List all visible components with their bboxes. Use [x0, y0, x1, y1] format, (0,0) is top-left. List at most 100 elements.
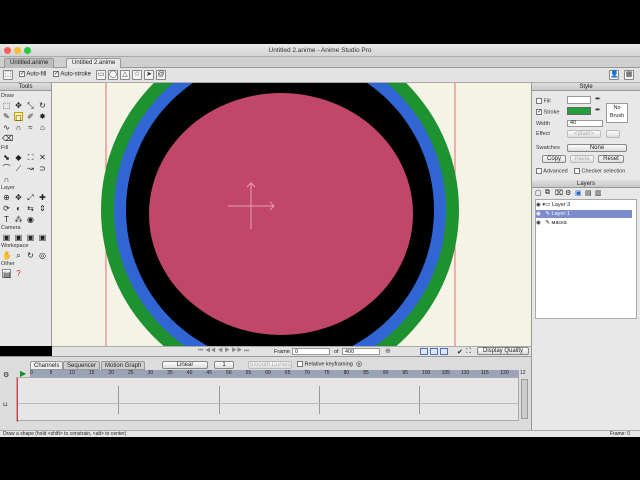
rotate-workspace-tool-icon[interactable]: ↻ — [26, 251, 35, 260]
rotate-layer-tool-icon[interactable]: ✚ — [38, 193, 47, 202]
relative-keyframing-checkbox[interactable]: Relative keyframing — [297, 361, 353, 367]
pink-fill-shape[interactable] — [149, 93, 413, 335]
curve-profile-tool-icon[interactable]: ⊃ — [38, 164, 47, 173]
zoom-tool-icon[interactable]: ⌕ — [14, 251, 23, 260]
fill-color-swatch[interactable] — [567, 96, 591, 104]
total-frames-input[interactable]: 400 — [342, 348, 380, 355]
stroke-eyedropper-icon[interactable]: ✒ — [595, 106, 601, 114]
interpolation-amount-dropdown[interactable]: 1 — [214, 361, 234, 369]
width-input[interactable]: 40 — [567, 120, 603, 127]
user-icon[interactable]: 👤 — [609, 70, 619, 80]
create-shape-tool-icon[interactable]: ◆ — [14, 153, 23, 162]
star-shape-icon[interactable]: ☆ — [132, 70, 142, 80]
delete-shape-tool-icon[interactable]: ✕ — [38, 153, 47, 162]
tab-channels[interactable]: Channels — [30, 361, 64, 370]
noise-tool-icon[interactable]: ≈ — [26, 123, 35, 132]
layer-group-icon[interactable]: ▣ — [575, 189, 582, 197]
delete-edge-tool-icon[interactable]: ⌫ — [2, 134, 13, 143]
layer-down-icon[interactable]: ▥ — [595, 189, 602, 197]
eye-tool-icon[interactable]: ◉ — [26, 215, 35, 224]
interpolation-dropdown[interactable]: Linear — [162, 361, 208, 369]
timeline-vertical-scrollbar[interactable] — [521, 379, 528, 419]
effect-dropdown[interactable]: <plain> — [567, 130, 601, 138]
timeline-options-icon[interactable]: ⚙ — [3, 371, 9, 379]
brush-preview[interactable]: No Brush — [606, 103, 628, 123]
frame-input[interactable]: 0 — [292, 348, 330, 355]
translate-points-tool-icon[interactable]: ✥ — [14, 101, 23, 110]
scatter-brush-tool-icon[interactable]: ✸ — [38, 112, 47, 121]
reset-button[interactable]: Reset — [598, 155, 624, 163]
checker-selection-checkbox[interactable]: Checker selection — [574, 168, 625, 174]
view-single-icon[interactable] — [420, 348, 428, 355]
smooth-curves-button[interactable]: Smooth Curves — [248, 361, 292, 369]
scale-layer-tool-icon[interactable]: ⤢ — [26, 193, 35, 202]
canvas-drawing[interactable] — [52, 83, 531, 346]
auto-fill-checkbox[interactable]: ✓ Auto-fill — [19, 71, 46, 78]
select-shape-tool-icon[interactable]: ⬊ — [2, 153, 11, 162]
layer-up-icon[interactable]: ▤ — [585, 189, 592, 197]
roll-camera-tool-icon[interactable]: ▣ — [26, 233, 35, 242]
switch-layer-tool-icon[interactable]: ⇕ — [38, 204, 47, 213]
hand-tool-icon[interactable]: ✋ — [2, 251, 12, 260]
freehand-tool-icon[interactable]: ✐ — [26, 112, 35, 121]
playback-controls[interactable]: ⏮ ◀◀ ◀ ▶ ▶▶ ⏭ — [198, 348, 249, 355]
draw-shape-tool-icon[interactable]: ◻ — [14, 112, 23, 122]
line-width-tool-icon[interactable]: ⌒ — [2, 164, 11, 173]
tab-motion-graph[interactable]: Motion Graph — [101, 361, 146, 370]
display-quality-dropdown[interactable]: Display Quality — [477, 347, 529, 355]
select-points-option-icon[interactable]: ⬚ — [3, 70, 13, 80]
grid-view-icon[interactable]: ▦ — [624, 70, 634, 80]
set-origin-tool-icon[interactable]: ⊕ — [2, 193, 11, 202]
track-camera-tool-icon[interactable]: ▣ — [2, 233, 11, 242]
pan-tilt-camera-tool-icon[interactable]: ▣ — [38, 233, 47, 242]
fill-eyedropper-icon[interactable]: ✒ — [595, 95, 601, 103]
rotate-points-tool-icon[interactable]: ↻ — [38, 101, 47, 110]
hide-edge-tool-icon[interactable]: ⟋ — [14, 164, 23, 173]
layer-row[interactable]: ◉ ✎ маска — [536, 219, 632, 227]
tab-sequencer[interactable]: Sequencer — [63, 361, 101, 370]
timeline-track-area[interactable] — [16, 377, 519, 422]
view-split-icon[interactable] — [430, 348, 438, 355]
zoom-icon[interactable]: ⊕ — [385, 347, 391, 355]
paint-bucket-tool-icon[interactable]: ⛶ — [26, 153, 35, 162]
onion-skin-icon[interactable]: ◎ — [356, 360, 362, 368]
tab-untitled-2[interactable]: Untitled 2.anime — [66, 58, 122, 68]
translate-layer-tool-icon[interactable]: ✥ — [14, 193, 23, 202]
paste-button[interactable]: Paste — [570, 155, 594, 163]
layer-row[interactable]: ◉ ▾▭ Layer 3 — [536, 201, 632, 209]
add-point-tool-icon[interactable]: ✎ — [2, 112, 11, 121]
eye-icon[interactable]: ◉ — [536, 202, 541, 208]
advanced-checkbox[interactable]: Advanced — [536, 168, 568, 174]
particle-tool-icon[interactable]: ⁂ — [14, 215, 23, 224]
eye-icon[interactable]: ◉ — [536, 220, 541, 226]
zoom-camera-tool-icon[interactable]: ▣ — [14, 233, 23, 242]
view-quad-icon[interactable] — [440, 348, 448, 355]
delete-layer-icon[interactable]: ⌧ — [555, 189, 563, 197]
swatches-dropdown[interactable]: None — [567, 144, 627, 152]
new-layer-icon[interactable]: ▢ — [535, 189, 542, 197]
stroke-color-swatch[interactable] — [567, 107, 591, 115]
perspective-tool-icon[interactable]: ⌂ — [38, 123, 47, 132]
playhead[interactable] — [17, 378, 18, 422]
canvas[interactable] — [52, 83, 531, 346]
oval-shape-icon[interactable]: ◯ — [108, 70, 118, 80]
select-points-tool-icon[interactable]: ⬚ — [2, 101, 11, 110]
timeline-ruler[interactable]: 0 5 10 15 20 25 30 35 40 45 50 55 60 65 70 75 80 85 90 95 10… — [30, 370, 526, 377]
orbit-workspace-tool-icon[interactable]: ◎ — [38, 251, 47, 260]
stroke-checkbox[interactable]: ✓ Stroke — [536, 109, 559, 115]
shear-layer-tool-icon[interactable]: ◐ — [14, 204, 23, 213]
fit-frame-icon[interactable]: ⛶ — [466, 348, 471, 356]
document-tool-icon[interactable]: ▤ — [2, 269, 11, 279]
fill-checkbox[interactable]: Fill — [536, 98, 551, 104]
text-tool-icon[interactable]: T — [2, 215, 11, 224]
layer-row-selected[interactable]: ◉ ✎ Layer 1 — [536, 210, 632, 218]
eyedropper-tool-icon[interactable]: ∩ — [2, 175, 11, 184]
lock-icon[interactable]: ⊔ — [3, 401, 8, 408]
rotate-layer-xy-tool-icon[interactable]: ⟳ — [2, 204, 11, 213]
copy-button[interactable]: Copy — [542, 155, 566, 163]
magnet-tool-icon[interactable]: ∩ — [14, 123, 23, 132]
rectangle-shape-icon[interactable]: ▭ — [96, 70, 106, 80]
scale-points-tool-icon[interactable]: ⤡ — [26, 101, 35, 110]
curvature-tool-icon[interactable]: ∿ — [2, 123, 11, 132]
flip-layer-tool-icon[interactable]: ⇆ — [26, 204, 35, 213]
